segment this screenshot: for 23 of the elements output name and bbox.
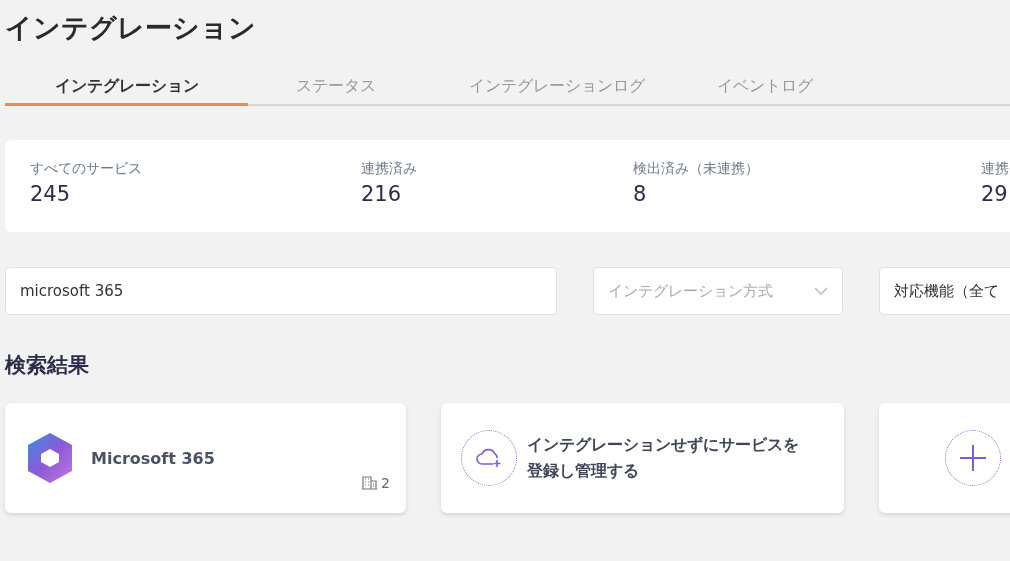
stat-value: 216 (361, 182, 403, 206)
stat-label: 連携済み (361, 160, 418, 178)
register-card[interactable]: インテグレーションせずにサービスを登録し管理する (441, 403, 844, 513)
stat-value: 29 (981, 182, 1009, 206)
stat-label: 検出済み（未連携） (633, 160, 760, 178)
service-name: Microsoft 365 (91, 448, 215, 468)
search-field[interactable]: microsoft 365 (5, 267, 557, 315)
chevron-down-icon (814, 287, 828, 295)
service-card[interactable]: Microsoft 365 2 (5, 403, 406, 513)
section-heading: 検索結果 (5, 352, 90, 379)
stat-label: すべてのサービス (30, 160, 143, 178)
stat-value: 8 (633, 182, 648, 206)
count-text: 2 (381, 475, 390, 491)
hexagon-logo-icon (25, 431, 75, 485)
plus-icon (959, 444, 987, 472)
feature-dropdown[interactable]: 対応機能（全て (879, 267, 1010, 315)
tab[interactable]: インテグレーション (5, 76, 248, 106)
cloud-plus-icon (475, 448, 503, 468)
register-text: インテグレーションせずにサービスを登録し管理する (527, 434, 800, 482)
page-title: インテグレーション (5, 11, 257, 45)
stat-value: 245 (30, 182, 72, 206)
building-icon (362, 476, 378, 490)
stat-label: 連携 (981, 160, 1010, 178)
